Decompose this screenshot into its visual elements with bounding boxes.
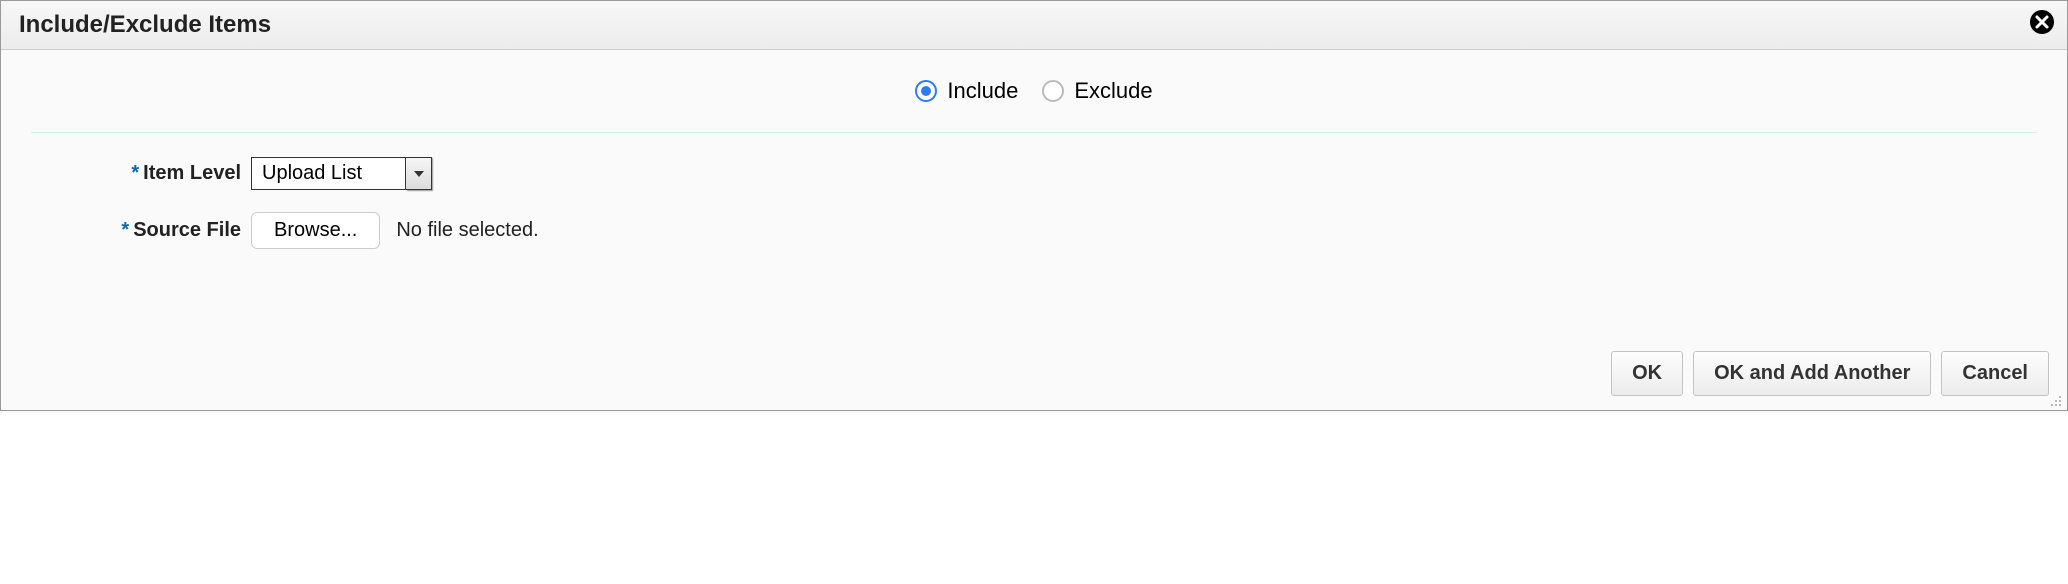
item-level-label: *Item Level <box>31 162 251 185</box>
item-level-label-text: Item Level <box>143 162 241 184</box>
item-level-select[interactable]: Upload List <box>251 157 432 190</box>
close-button[interactable] <box>2029 9 2055 35</box>
cancel-button[interactable]: Cancel <box>1941 351 2049 396</box>
close-icon <box>2029 9 2055 35</box>
radio-exclude-label: Exclude <box>1074 78 1152 104</box>
browse-button[interactable]: Browse... <box>251 212 380 249</box>
dialog-header: Include/Exclude Items <box>1 1 2067 50</box>
required-star-icon: * <box>131 162 139 184</box>
resize-grip[interactable] <box>2045 390 2063 408</box>
chevron-down-icon <box>414 171 424 177</box>
item-level-value: Upload List <box>251 157 406 190</box>
item-level-row: *Item Level Upload List <box>31 157 2037 190</box>
ok-button[interactable]: OK <box>1611 351 1683 396</box>
required-star-icon: * <box>121 219 129 241</box>
radio-include[interactable]: Include <box>915 78 1018 104</box>
dialog-footer: OK OK and Add Another Cancel <box>1611 351 2049 396</box>
include-exclude-dialog: Include/Exclude Items Include Exclude *I… <box>0 0 2068 411</box>
include-exclude-radio-group: Include Exclude <box>31 66 2037 133</box>
ok-add-another-button[interactable]: OK and Add Another <box>1693 351 1931 396</box>
radio-exclude[interactable]: Exclude <box>1042 78 1152 104</box>
item-level-dropdown-button[interactable] <box>406 157 432 190</box>
dialog-title: Include/Exclude Items <box>19 11 271 38</box>
source-file-status: No file selected. <box>396 219 538 242</box>
radio-dot-icon <box>915 80 937 102</box>
radio-include-label: Include <box>947 78 1018 104</box>
radio-dot-icon <box>1042 80 1064 102</box>
source-file-label: *Source File <box>31 219 251 242</box>
source-file-label-text: Source File <box>133 219 241 241</box>
source-file-row: *Source File Browse... No file selected. <box>31 212 2037 249</box>
